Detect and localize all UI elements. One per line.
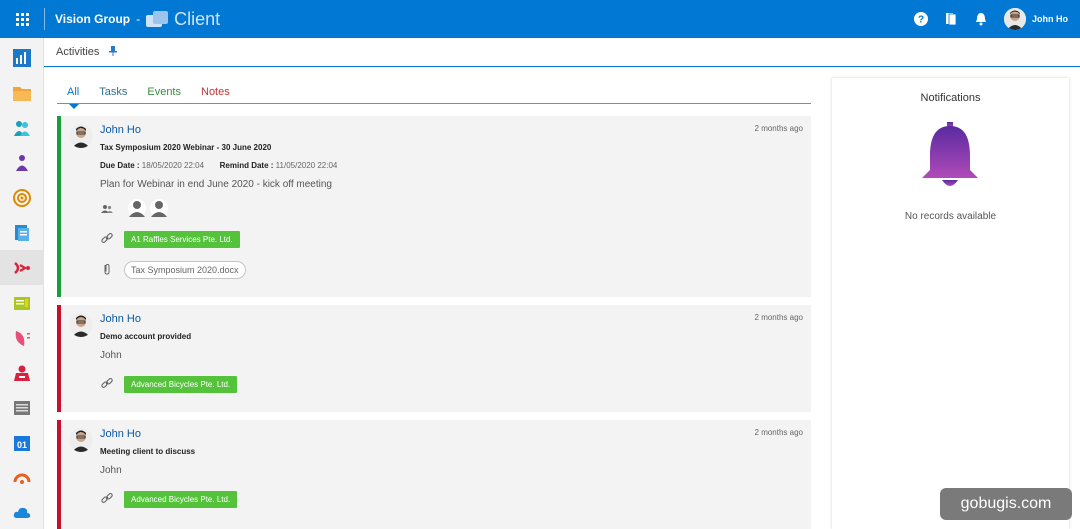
document-icon bbox=[15, 224, 29, 241]
cloud-icon bbox=[13, 507, 31, 518]
topbar-divider bbox=[44, 8, 45, 30]
svg-text:?: ? bbox=[918, 15, 924, 26]
activity-tabs: All Tasks Events Notes bbox=[57, 80, 811, 109]
megaphone-icon bbox=[15, 330, 30, 346]
documents-nav[interactable] bbox=[0, 215, 44, 250]
ledger-nav[interactable] bbox=[0, 285, 44, 320]
app-launcher-button[interactable] bbox=[0, 0, 44, 38]
author-name[interactable]: John Ho bbox=[100, 428, 141, 440]
link-icon bbox=[101, 493, 113, 503]
participants-icon bbox=[101, 205, 113, 213]
contacts-nav[interactable] bbox=[0, 110, 44, 145]
remind-date-label: Remind Date : bbox=[219, 161, 274, 170]
user-name[interactable]: John Ho bbox=[1032, 14, 1068, 24]
svg-text:01: 01 bbox=[17, 440, 27, 450]
remind-date-value: 11/05/2020 22:04 bbox=[275, 161, 338, 170]
user-avatar[interactable] bbox=[1004, 8, 1026, 30]
linked-company-tag[interactable]: Advanced Bicycles Pte. Ltd. bbox=[124, 376, 238, 393]
time-ago: 2 months ago bbox=[754, 124, 803, 133]
org-name[interactable]: Vision Group bbox=[55, 12, 130, 26]
activity-subject: Meeting client to discuss bbox=[100, 447, 196, 456]
activity-dates: Due Date : 18/05/2020 22:04 Remind Date … bbox=[100, 161, 337, 170]
activities-feed: All Tasks Events Notes John Ho 2 months … bbox=[57, 80, 811, 529]
bell-icon bbox=[922, 122, 978, 186]
pin-icon[interactable] bbox=[109, 45, 118, 59]
folders-nav[interactable] bbox=[0, 75, 44, 110]
time-ago: 2 months ago bbox=[754, 428, 803, 437]
activity-card[interactable]: John Ho 2 months ago Demo account provid… bbox=[57, 305, 811, 412]
sales-icon bbox=[14, 365, 30, 381]
team-icon bbox=[16, 154, 28, 171]
notifications-title: Notifications bbox=[920, 92, 981, 104]
help-icon[interactable]: ? bbox=[914, 12, 928, 26]
activity-subject: Tax Symposium 2020 Webinar - 30 June 202… bbox=[100, 143, 272, 152]
dashboard-nav[interactable] bbox=[0, 40, 44, 75]
gauge-icon bbox=[13, 473, 31, 484]
folder-icon bbox=[13, 86, 31, 101]
activity-description: John bbox=[100, 350, 122, 361]
activity-description: John bbox=[100, 465, 122, 476]
link-icon bbox=[101, 378, 113, 388]
tab-events[interactable]: Events bbox=[137, 80, 191, 103]
activities-title: Activities bbox=[56, 46, 100, 58]
left-nav-rail: 01 bbox=[0, 38, 44, 529]
calendar-nav[interactable]: 01 bbox=[0, 425, 44, 460]
attachment-chip[interactable]: Tax Symposium 2020.docx bbox=[124, 261, 246, 279]
archive-icon bbox=[14, 400, 30, 415]
dashboard-icon bbox=[13, 48, 31, 67]
reports-nav[interactable] bbox=[0, 460, 44, 495]
teams-nav[interactable] bbox=[0, 145, 44, 180]
author-avatar bbox=[69, 124, 93, 148]
activity-icon bbox=[14, 261, 30, 274]
top-bar: Vision Group - Client ? John Ho bbox=[0, 0, 1080, 38]
linked-company-tag[interactable]: A1 Raffles Services Pte. Ltd. bbox=[124, 231, 240, 248]
author-name[interactable]: John Ho bbox=[100, 124, 141, 136]
participant-avatar[interactable] bbox=[150, 199, 168, 217]
app-title[interactable]: Client bbox=[174, 9, 220, 30]
waffle-icon bbox=[15, 12, 29, 26]
activity-card[interactable]: John Ho 2 months ago Meeting client to d… bbox=[57, 420, 811, 529]
notifications-panel: Notifications No records available bbox=[832, 78, 1069, 529]
cloud-nav[interactable] bbox=[0, 495, 44, 529]
activities-header: Activities bbox=[44, 38, 1080, 67]
activity-subject: Demo account provided bbox=[100, 332, 192, 341]
bookmarks-icon[interactable] bbox=[944, 12, 958, 26]
bell-icon[interactable] bbox=[974, 12, 988, 26]
time-ago: 2 months ago bbox=[754, 313, 803, 322]
target-icon bbox=[13, 188, 31, 207]
due-date-value: 18/05/2020 22:04 bbox=[141, 161, 205, 170]
activity-description: Plan for Webinar in end June 2020 - kick… bbox=[100, 179, 332, 190]
marketing-nav[interactable] bbox=[0, 320, 44, 355]
author-avatar bbox=[69, 428, 93, 452]
tab-notes[interactable]: Notes bbox=[191, 80, 240, 103]
tab-all[interactable]: All bbox=[57, 80, 89, 109]
empty-state-text: No records available bbox=[904, 211, 997, 222]
linked-company-tag[interactable]: Advanced Bicycles Pte. Ltd. bbox=[124, 491, 238, 508]
people-icon bbox=[14, 120, 30, 136]
participant-avatar[interactable] bbox=[128, 199, 146, 217]
activities-nav[interactable] bbox=[0, 250, 44, 285]
targets-nav[interactable] bbox=[0, 180, 44, 215]
ledger-icon bbox=[14, 296, 30, 310]
brand-separator: - bbox=[136, 12, 141, 26]
archive-nav[interactable] bbox=[0, 390, 44, 425]
due-date-label: Due Date : bbox=[100, 161, 140, 170]
attachment-icon bbox=[104, 263, 110, 275]
author-name[interactable]: John Ho bbox=[100, 313, 141, 325]
client-app-icon bbox=[146, 11, 169, 27]
sales-nav[interactable] bbox=[0, 355, 44, 390]
link-icon bbox=[101, 233, 113, 243]
calendar-icon: 01 bbox=[14, 435, 30, 451]
watermark: gobugis.com bbox=[940, 488, 1072, 520]
author-avatar bbox=[69, 313, 93, 337]
tab-tasks[interactable]: Tasks bbox=[89, 80, 137, 103]
activity-card[interactable]: John Ho 2 months ago Tax Symposium 2020 … bbox=[57, 116, 811, 297]
